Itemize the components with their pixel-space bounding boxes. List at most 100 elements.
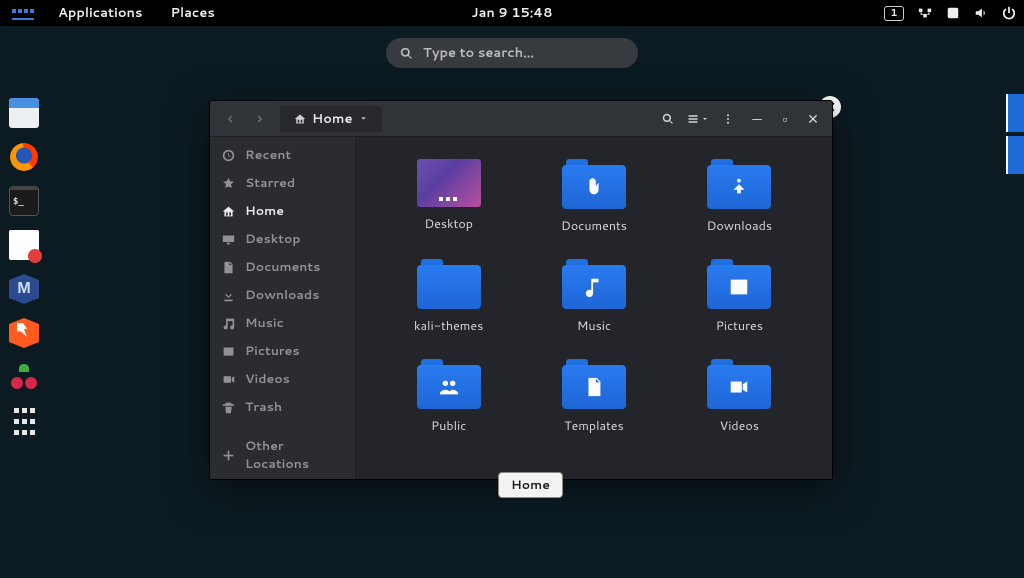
item-label: kali-themes [414, 317, 483, 335]
fm-content[interactable]: Desktop Documents Downloads kali-themes Musi… [356, 137, 832, 479]
pictures-icon [222, 345, 235, 358]
sidebar-item-other-locations[interactable]: Other Locations [210, 441, 355, 469]
item-label: Downloads [707, 217, 772, 235]
search-button[interactable] [654, 106, 682, 132]
window-close-button[interactable]: ✕ [800, 109, 826, 129]
item-templates[interactable]: Templates [521, 355, 666, 455]
folder-icon [707, 259, 771, 309]
item-documents[interactable]: Documents [521, 155, 666, 255]
file-manager-window: Home — ▫ ✕ Recent Starred Home Desktop Docum… [209, 100, 833, 480]
applications-menu[interactable]: Applications [44, 0, 156, 26]
nav-back-button[interactable] [216, 106, 244, 132]
window-title-tooltip: Home [498, 472, 563, 498]
item-label: Documents [561, 217, 627, 235]
screen-record-icon[interactable] [946, 6, 960, 20]
sidebar-item-downloads[interactable]: Downloads [210, 281, 355, 309]
sidebar-item-label: Desktop [245, 230, 301, 248]
sidebar-item-starred[interactable]: Starred [210, 169, 355, 197]
music-icon [222, 317, 235, 330]
path-home-segment[interactable]: Home [284, 110, 378, 128]
sidebar-item-label: Downloads [245, 286, 319, 304]
search-icon [400, 47, 413, 60]
sidebar-item-music[interactable]: Music [210, 309, 355, 337]
chevron-down-icon [359, 114, 368, 123]
power-icon[interactable] [1002, 6, 1016, 20]
sidebar-item-label: Trash [245, 398, 282, 416]
sidebar-item-label: Documents [245, 258, 320, 276]
sidebar-item-videos[interactable]: Videos [210, 365, 355, 393]
desktop-icon [222, 233, 235, 246]
dock-burpsuite[interactable] [9, 318, 39, 348]
item-label: Music [577, 317, 611, 335]
path-bar[interactable]: Home [280, 106, 382, 132]
window-maximize-button[interactable]: ▫ [772, 109, 798, 129]
documents-icon [222, 261, 235, 274]
sidebar-item-pictures[interactable]: Pictures [210, 337, 355, 365]
dock-files[interactable] [9, 98, 39, 128]
activities-button[interactable] [12, 6, 34, 20]
dock-cherrytree[interactable] [9, 362, 39, 392]
desktop-thumb-icon [417, 159, 481, 207]
item-videos[interactable]: Videos [667, 355, 812, 455]
item-label: Pictures [716, 317, 763, 335]
item-label: Public [431, 417, 466, 435]
sidebar-item-label: Pictures [245, 342, 300, 360]
clock-icon [222, 149, 235, 162]
downloads-icon [222, 289, 235, 302]
sidebar-item-trash[interactable]: Trash [210, 393, 355, 421]
sidebar-item-label: Home [245, 202, 284, 220]
folder-icon [562, 259, 626, 309]
sidebar-item-label: Music [245, 314, 284, 332]
sidebar-item-desktop[interactable]: Desktop [210, 225, 355, 253]
network-icon[interactable] [918, 6, 932, 20]
dock [4, 98, 44, 436]
folder-icon [707, 159, 771, 209]
dock-show-apps[interactable] [11, 406, 38, 436]
item-label: Desktop [424, 215, 473, 233]
folder-icon [562, 159, 626, 209]
home-icon [294, 113, 306, 125]
item-music[interactable]: Music [521, 255, 666, 355]
dock-terminal[interactable] [9, 186, 39, 216]
item-label: Templates [564, 417, 624, 435]
sidebar-item-documents[interactable]: Documents [210, 253, 355, 281]
view-toggle-button[interactable] [684, 106, 712, 132]
search-placeholder: Type to search... [423, 44, 534, 62]
trash-icon [222, 401, 235, 414]
item-pictures[interactable]: Pictures [667, 255, 812, 355]
star-icon [222, 177, 235, 190]
folder-icon [417, 359, 481, 409]
places-menu[interactable]: Places [156, 0, 228, 26]
hamburger-menu-button[interactable] [714, 106, 742, 132]
top-panel: Applications Places Jan 9 15:48 1 [0, 0, 1024, 26]
folder-icon [417, 259, 481, 309]
sidebar-item-label: Recent [245, 146, 291, 164]
folder-icon [707, 359, 771, 409]
volume-icon[interactable] [974, 6, 988, 20]
fm-toolbar: Home — ▫ ✕ [210, 101, 832, 137]
home-icon [222, 205, 235, 218]
plus-icon [222, 449, 235, 462]
sidebar-item-home[interactable]: Home [210, 197, 355, 225]
workspace-strip[interactable] [1006, 94, 1024, 178]
nav-forward-button[interactable] [246, 106, 274, 132]
sidebar-item-recent[interactable]: Recent [210, 141, 355, 169]
sidebar-item-label: Videos [245, 370, 290, 388]
dock-firefox[interactable] [9, 142, 39, 172]
window-minimize-button[interactable]: — [744, 109, 770, 129]
item-public[interactable]: Public [376, 355, 521, 455]
item-label: Videos [720, 417, 759, 435]
item-kali-themes[interactable]: kali-themes [376, 255, 521, 355]
workspace-indicator[interactable]: 1 [884, 6, 904, 21]
fm-sidebar: Recent Starred Home Desktop Documents Downloa… [210, 137, 356, 479]
sidebar-item-label: Starred [245, 174, 295, 192]
dock-text-editor[interactable] [9, 230, 39, 260]
overview-search[interactable]: Type to search... [386, 38, 638, 68]
item-downloads[interactable]: Downloads [667, 155, 812, 255]
clock[interactable]: Jan 9 15:48 [471, 4, 552, 22]
sidebar-item-label: Other Locations [245, 437, 343, 473]
folder-icon [562, 359, 626, 409]
item-desktop[interactable]: Desktop [376, 155, 521, 255]
path-label: Home [312, 110, 353, 128]
dock-metasploit[interactable] [9, 274, 39, 304]
